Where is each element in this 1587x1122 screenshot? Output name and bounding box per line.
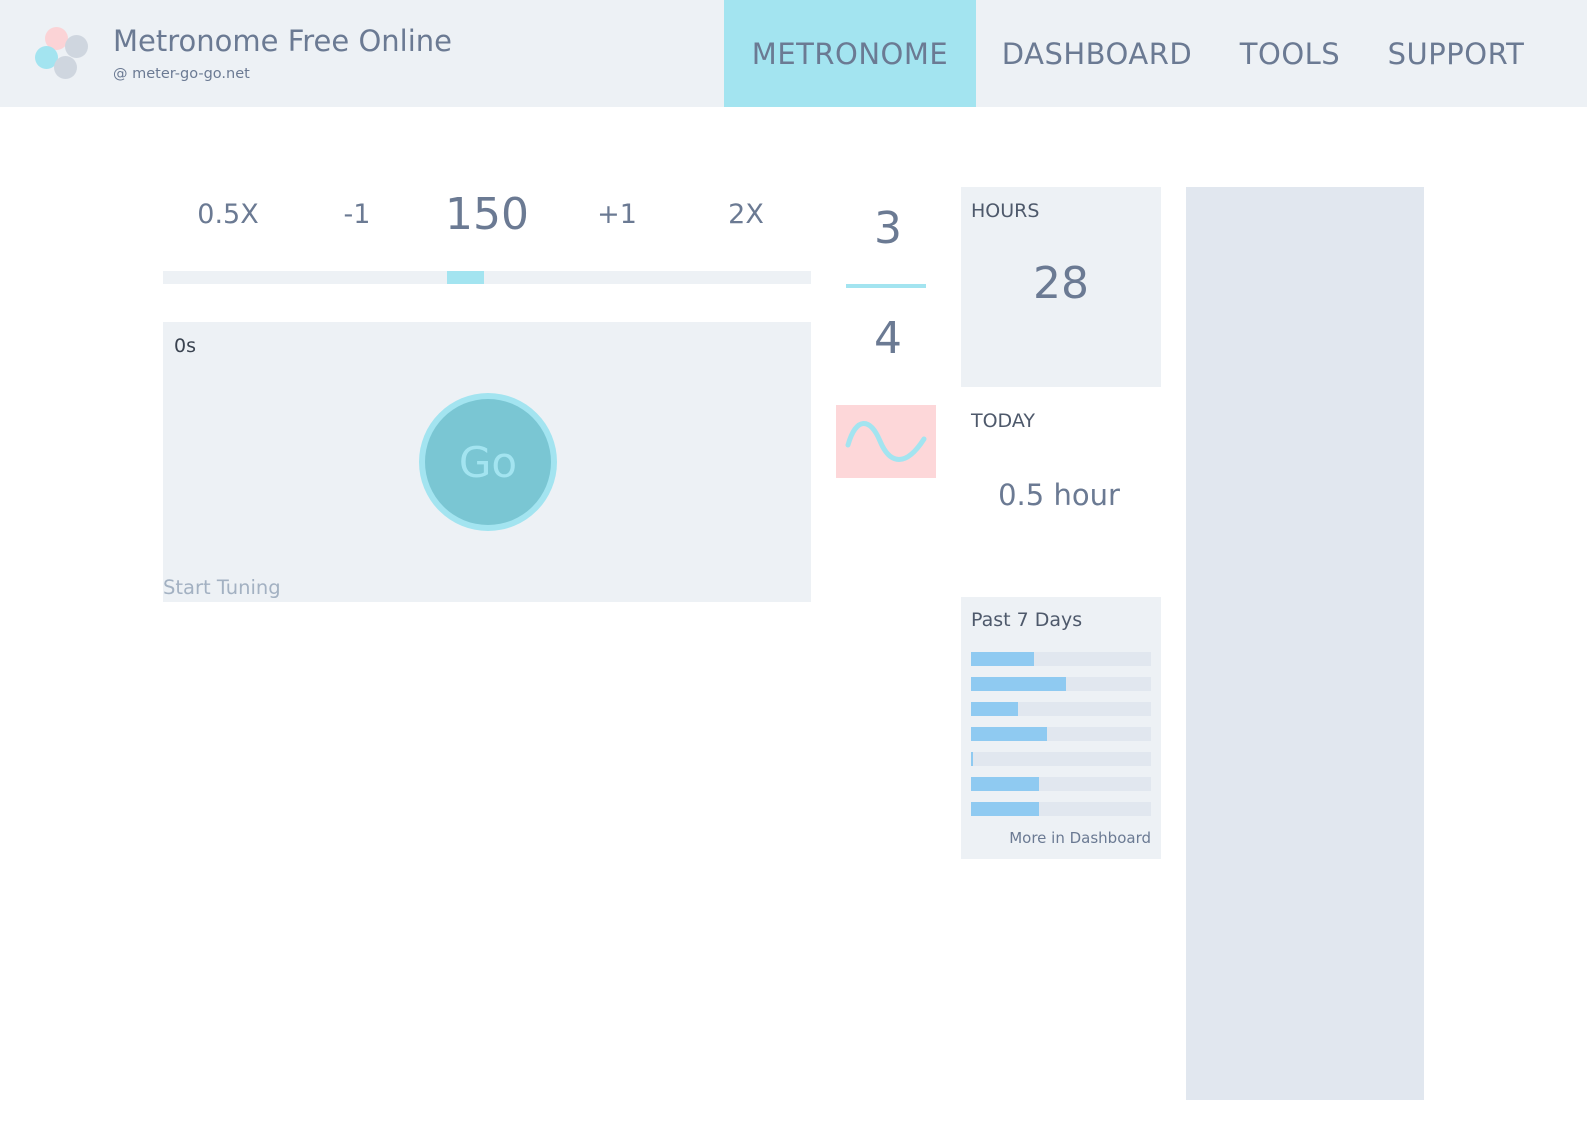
nav-dashboard[interactable]: DASHBOARD: [984, 0, 1210, 107]
past-day-bar-fill: [971, 727, 1047, 741]
past-week-label: Past 7 Days: [971, 609, 1083, 631]
time-signature-beats[interactable]: 3: [838, 203, 938, 254]
go-button[interactable]: Go: [425, 399, 551, 525]
app-header: Metronome Free Online @ meter-go-go.net …: [0, 0, 1587, 107]
tempo-slider[interactable]: [163, 271, 811, 284]
past-day-bar-fill: [971, 702, 1018, 716]
sine-wave-icon: [845, 421, 927, 462]
past-day-bar-fill: [971, 652, 1034, 666]
tempo-plus-button[interactable]: +1: [587, 188, 647, 240]
nav-metronome[interactable]: METRONOME: [724, 0, 976, 107]
tempo-half-button[interactable]: 0.5X: [183, 188, 273, 240]
past-day-bar: [971, 702, 1151, 716]
nav-support[interactable]: SUPPORT: [1366, 0, 1546, 107]
tuning-timer: 0s: [174, 335, 196, 357]
logo-icon: [34, 27, 90, 81]
past-day-bar: [971, 752, 1151, 766]
past-day-bar-fill: [971, 677, 1066, 691]
tempo-minus-button[interactable]: -1: [327, 188, 387, 240]
today-value: 0.5 hour: [998, 478, 1120, 512]
past-day-bar-fill: [971, 752, 973, 766]
side-panel: [1186, 187, 1424, 1100]
sound-toggle-button[interactable]: [836, 405, 936, 478]
past-day-bar: [971, 777, 1151, 791]
nav-tools[interactable]: TOOLS: [1226, 0, 1354, 107]
tempo-bpm-value: 150: [445, 188, 529, 240]
site-title[interactable]: Metronome Free Online: [113, 24, 452, 58]
past-day-bar: [971, 802, 1151, 816]
site-subtitle: @ meter-go-go.net: [113, 66, 250, 82]
start-tuning-link[interactable]: Start Tuning: [163, 576, 281, 599]
past-day-bar-fill: [971, 802, 1039, 816]
time-signature-note-value[interactable]: 4: [838, 313, 938, 364]
hours-value: 28: [1033, 258, 1089, 309]
time-signature-divider: [846, 284, 926, 288]
past-day-bar: [971, 727, 1151, 741]
hours-label: HOURS: [971, 200, 1040, 222]
today-label: TODAY: [971, 410, 1035, 432]
more-in-dashboard-link[interactable]: More in Dashboard: [961, 829, 1151, 847]
past-day-bar-fill: [971, 777, 1039, 791]
past-day-bar: [971, 652, 1151, 666]
tempo-slider-thumb[interactable]: [447, 271, 484, 284]
tempo-double-button[interactable]: 2X: [701, 188, 791, 240]
past-day-bar: [971, 677, 1151, 691]
